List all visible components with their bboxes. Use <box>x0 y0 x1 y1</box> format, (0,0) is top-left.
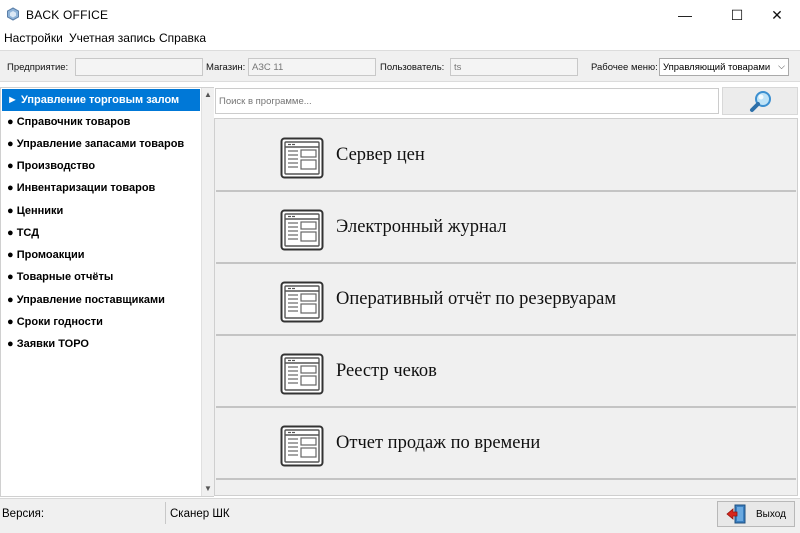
sidebar-item-catalog[interactable]: ● Справочник товаров <box>2 111 200 133</box>
minimize-button[interactable]: — <box>662 0 708 30</box>
info-bar: Предприятие: Магазин: АЗС 11 Пользовател… <box>0 50 800 82</box>
chevron-down-icon: ⌵ <box>778 61 785 71</box>
sidebar-item-sales-floor[interactable]: ► Управление торговым залом <box>2 89 200 111</box>
report-label: Сервер цен <box>336 145 425 165</box>
scroll-up-icon[interactable]: ▲ <box>204 90 212 99</box>
enterprise-field <box>75 58 203 76</box>
menu-account[interactable]: Учетная запись <box>69 31 155 45</box>
report-button-tank-report[interactable]: Оперативный отчёт по резервуарам <box>216 266 796 336</box>
report-label: Реестр чеков <box>336 361 437 381</box>
sidebar-scrollbar[interactable]: ▲ ▼ <box>201 88 214 496</box>
sidebar-item-reports[interactable]: ● Товарные отчёты <box>2 266 200 288</box>
status-bar: Версия: Сканер ШК Выход <box>0 498 800 533</box>
workmenu-value: Управляющий товарами <box>663 62 771 73</box>
report-button-price-server[interactable]: Сервер цен <box>216 122 796 192</box>
store-field: АЗС 11 <box>248 58 376 76</box>
user-field: ts <box>450 58 578 76</box>
sidebar-item-suppliers[interactable]: ● Управление поставщиками <box>2 289 200 311</box>
workmenu-label: Рабочее меню: <box>591 62 658 73</box>
sidebar-item-price-tags[interactable]: ● Ценники <box>2 200 200 222</box>
report-button-receipt-registry[interactable]: Реестр чеков <box>216 338 796 408</box>
menu-help[interactable]: Справка <box>159 31 206 45</box>
report-document-icon <box>280 209 324 251</box>
sidebar-item-stock[interactable]: ● Управление запасами товаров <box>2 133 200 155</box>
scanner-status: Сканер ШК <box>170 508 230 520</box>
report-list: Сервер цен Электронный журнал Оперативны… <box>214 118 798 496</box>
exit-button[interactable]: Выход <box>717 501 795 527</box>
window-title: BACK OFFICE <box>26 8 109 22</box>
report-button-sales-by-time[interactable]: Отчет продаж по времени <box>216 410 796 480</box>
report-document-icon <box>280 425 324 467</box>
search-icon <box>750 91 771 112</box>
app-logo-icon <box>7 7 19 21</box>
workmenu-select[interactable]: Управляющий товарами ⌵ <box>659 58 789 76</box>
sidebar-item-inventory[interactable]: ● Инвентаризации товаров <box>2 177 200 199</box>
report-document-icon <box>280 281 324 323</box>
status-divider <box>165 502 166 524</box>
menu-settings[interactable]: Настройки <box>4 31 63 45</box>
report-label: Отчет продаж по времени <box>336 433 541 453</box>
exit-label: Выход <box>756 508 786 520</box>
menu-bar: Настройки Учетная запись Справка <box>0 30 800 47</box>
report-label: Оперативный отчёт по резервуарам <box>336 289 617 309</box>
sidebar-item-tsd[interactable]: ● ТСД <box>2 222 200 244</box>
version-label: Версия: <box>2 508 45 520</box>
report-label: Электронный журнал <box>336 217 507 237</box>
sidebar-item-expiry[interactable]: ● Сроки годности <box>2 311 200 333</box>
title-bar: BACK OFFICE — ☐ ✕ <box>0 0 800 30</box>
sidebar-item-production[interactable]: ● Производство <box>2 155 200 177</box>
report-document-icon <box>280 353 324 395</box>
sidebar: ► Управление торговым залом ● Справочник… <box>0 87 214 497</box>
sidebar-item-toro[interactable]: ● Заявки ТОРО <box>2 333 200 355</box>
enterprise-label: Предприятие: <box>7 62 69 73</box>
report-document-icon <box>280 137 324 179</box>
store-label: Магазин: <box>206 62 246 73</box>
search-input[interactable] <box>215 88 719 114</box>
search-button[interactable] <box>722 87 798 115</box>
close-button[interactable]: ✕ <box>754 0 800 30</box>
report-button-e-journal[interactable]: Электронный журнал <box>216 194 796 264</box>
sidebar-item-promo[interactable]: ● Промоакции <box>2 244 200 266</box>
user-label: Пользователь: <box>380 62 445 73</box>
exit-door-icon <box>726 504 746 524</box>
scroll-down-icon[interactable]: ▼ <box>204 484 212 493</box>
